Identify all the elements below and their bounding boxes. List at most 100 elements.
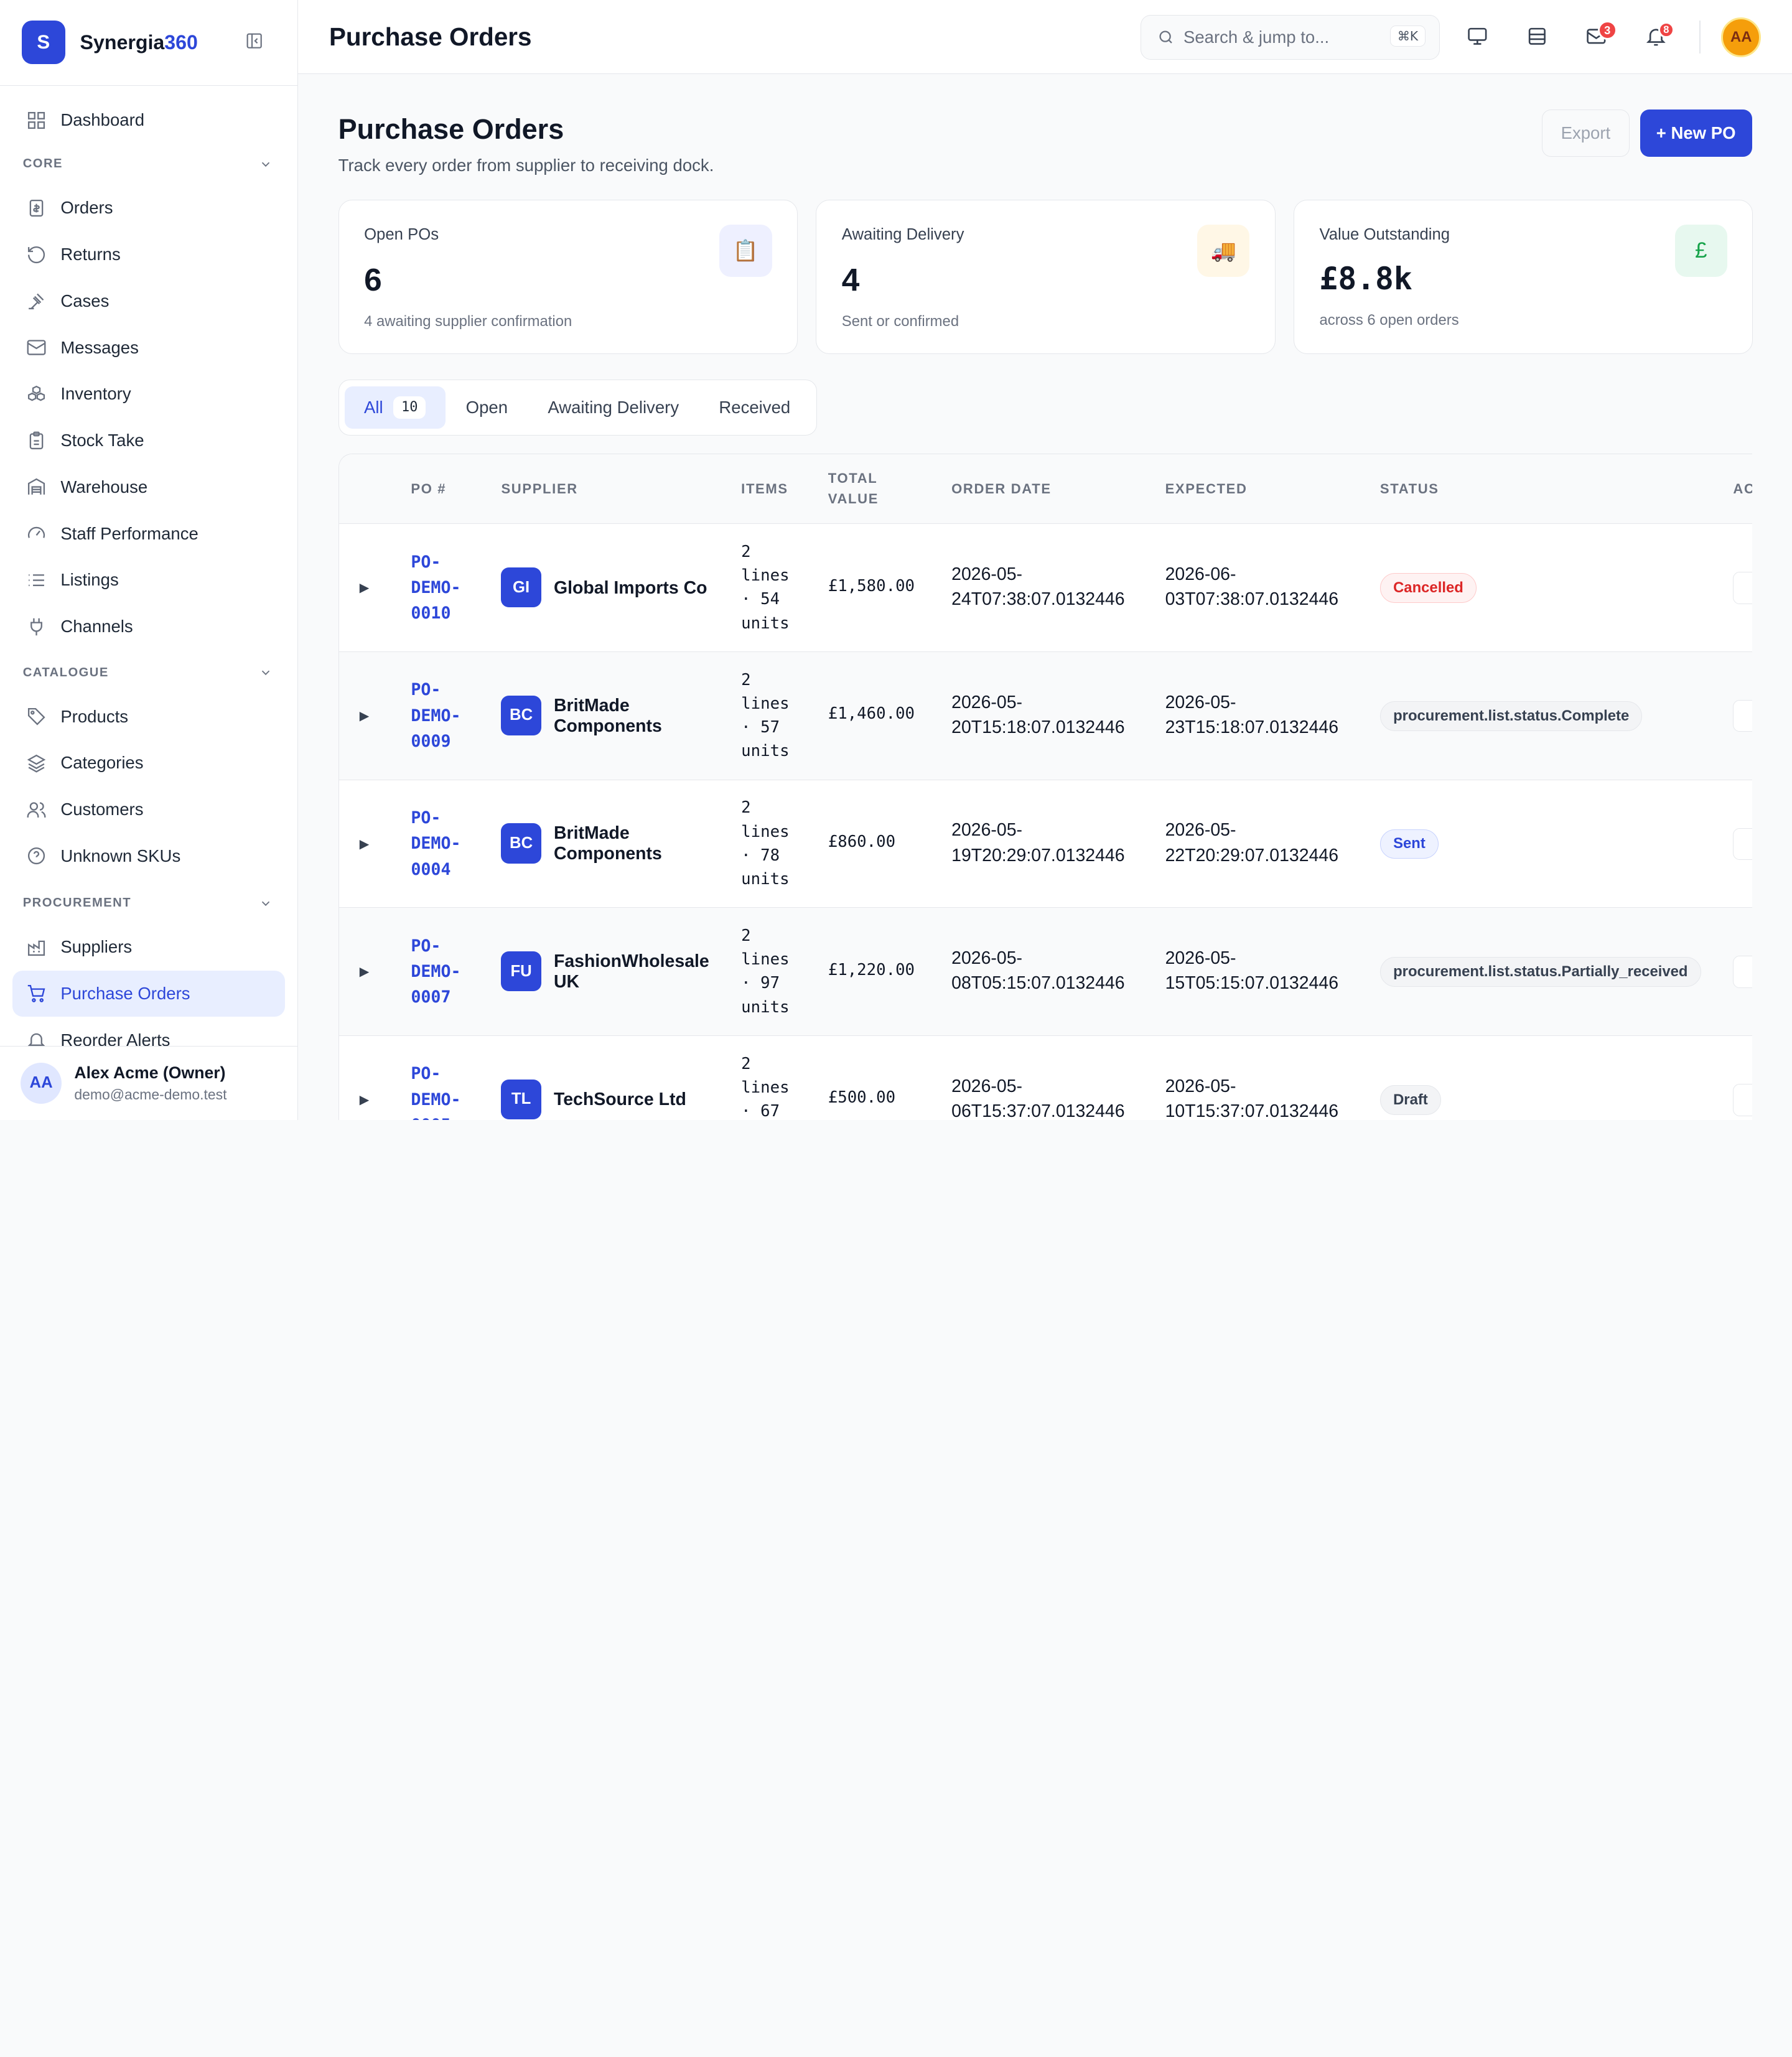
sidebar-item-messages[interactable]: Messages (12, 324, 285, 371)
section-procurement-header[interactable]: PROCUREMENT (0, 883, 297, 924)
col-supplier[interactable]: SUPPLIER (501, 478, 577, 499)
stat-label: Value Outstanding (1319, 225, 1450, 243)
sidebar: S Synergia360 Dashboard CORE Orders Retu… (0, 0, 299, 1120)
expand-caret-icon[interactable]: ▶ (360, 964, 370, 979)
sidebar-item-channels[interactable]: Channels (12, 604, 285, 650)
sidebar-item-products[interactable]: Products (12, 693, 285, 740)
main-content: Purchase Orders Search & jump to... ⌘K 3… (298, 0, 1792, 1120)
monitor-icon[interactable] (1466, 25, 1489, 48)
col-items[interactable]: ITEMS (741, 478, 788, 499)
table-row[interactable]: ▶ PO- DEMO- 0007 FU FashionWholesale UK … (338, 908, 1752, 1036)
sidebar-item-purchase-orders[interactable]: Purchase Orders (12, 970, 286, 1017)
search-input[interactable]: Search & jump to... ⌘K (1141, 14, 1440, 60)
inbox-badge: 3 (1597, 21, 1617, 40)
sidebar-item-warehouse[interactable]: Warehouse (12, 464, 285, 510)
sidebar-item-staff-performance[interactable]: Staff Performance (12, 510, 285, 557)
date-line: 15T05:15:07.0132446 (1165, 973, 1339, 994)
date-line: 2026-05- (1165, 820, 1236, 841)
sidebar-item-categories[interactable]: Categories (12, 740, 285, 786)
table-row[interactable]: ▶ PO- DEMO- 0004 BC BritMade Components … (338, 780, 1752, 908)
new-po-button[interactable]: + New PO (1640, 110, 1752, 157)
stat-value: 4 (841, 261, 860, 298)
inbox-icon[interactable]: 3 (1585, 21, 1617, 48)
row-action-button[interactable] (1733, 828, 1752, 861)
po-number-link[interactable]: PO- DEMO- 0007 (411, 933, 479, 1010)
po-number-link[interactable]: PO- DEMO- 0005 (411, 1061, 479, 1120)
col-total-value[interactable]: TOTAL VALUE (828, 468, 879, 509)
tag-icon (28, 708, 45, 725)
date-line: 2026-05- (951, 820, 1023, 841)
sidebar-item-label: Purchase Orders (60, 983, 190, 1003)
tab-label: All (364, 397, 383, 417)
col-po[interactable]: PO # (411, 478, 446, 499)
items-summary: 2 lines · 67 units (741, 1052, 798, 1120)
table-row[interactable]: ▶ PO- DEMO- 0010 GI Global Imports Co 2 … (338, 524, 1752, 652)
sidebar-item-returns[interactable]: Returns (12, 231, 285, 278)
truck-icon: 🚚 (1197, 224, 1250, 278)
items-line: 2 (741, 542, 751, 561)
purchase-orders-table: PO # SUPPLIER ITEMS TOTAL VALUE ORDER DA… (338, 454, 1752, 1120)
sidebar-item-orders[interactable]: Orders (12, 185, 285, 231)
table-row[interactable]: ▶ PO- DEMO- 0009 BC BritMade Components … (338, 651, 1752, 780)
user-profile[interactable]: AA Alex Acme (Owner) demo@acme-demo.test (0, 1045, 297, 1120)
date-line: 2026-05- (951, 948, 1023, 968)
tab-all[interactable]: All 10 (344, 386, 446, 429)
items-line: units (741, 742, 790, 761)
table-row[interactable]: ▶ PO- DEMO- 0005 TL TechSource Ltd 2 lin… (339, 1036, 1752, 1120)
po-number-link[interactable]: PO- DEMO- 0009 (411, 677, 479, 754)
supplier-logo: FU (501, 951, 541, 992)
supplier-logo: BC (501, 823, 541, 864)
expand-caret-icon[interactable]: ▶ (360, 708, 370, 724)
topbar-title: Purchase Orders (329, 22, 532, 51)
expand-caret-icon[interactable]: ▶ (360, 580, 370, 595)
section-core-header[interactable]: CORE (0, 144, 297, 185)
sidebar-item-cases[interactable]: Cases (12, 278, 285, 324)
expand-caret-icon[interactable]: ▶ (360, 836, 370, 852)
sidebar-item-dashboard[interactable]: Dashboard (12, 97, 285, 144)
row-action-button[interactable] (1733, 700, 1752, 732)
sidebar-item-label: Unknown SKUs (60, 846, 181, 865)
row-action-button[interactable] (1733, 1084, 1752, 1116)
stat-note: Sent or confirmed (841, 313, 959, 330)
supplier-name: BritMade Components (553, 823, 662, 864)
tab-awaiting-delivery[interactable]: Awaiting Delivery (528, 386, 698, 429)
collapse-sidebar-icon[interactable] (245, 32, 263, 50)
row-action-button[interactable] (1733, 956, 1752, 988)
tab-open[interactable]: Open (446, 386, 527, 429)
col-actions[interactable]: AC (1733, 478, 1752, 499)
sidebar-nav: Dashboard CORE Orders Returns Cases Mess… (0, 86, 297, 1063)
sidebar-item-suppliers[interactable]: Suppliers (12, 924, 285, 971)
section-catalogue-header[interactable]: CATALOGUE (0, 652, 297, 693)
po-number-link[interactable]: PO- DEMO- 0004 (411, 805, 479, 882)
sidebar-item-stock-take[interactable]: Stock Take (12, 417, 285, 464)
row-action-button[interactable] (1733, 572, 1752, 604)
stat-note: across 6 open orders (1319, 312, 1459, 329)
tab-received[interactable]: Received (699, 386, 810, 429)
notifications-icon[interactable]: 8 (1645, 21, 1674, 48)
expected-date: 2026-05- 15T05:15:07.0132446 (1165, 946, 1360, 996)
date-line: 2026-05- (1165, 1076, 1236, 1096)
col-status[interactable]: STATUS (1380, 478, 1439, 499)
sidebar-item-listings[interactable]: Listings (12, 557, 285, 604)
sidebar-item-unknown-skus[interactable]: Unknown SKUs (12, 833, 285, 880)
col-order-date[interactable]: ORDER DATE (951, 478, 1052, 499)
export-button[interactable]: Export (1541, 110, 1630, 157)
factory-icon (28, 940, 45, 956)
sidebar-item-customers[interactable]: Customers (12, 786, 285, 833)
col-expected[interactable]: EXPECTED (1165, 478, 1248, 499)
po-number-link[interactable]: PO- DEMO- 0010 (411, 549, 479, 627)
status-badge: Draft (1379, 1084, 1441, 1115)
stat-label: Awaiting Delivery (841, 225, 964, 243)
brand-logo[interactable]: S (21, 21, 65, 65)
sidebar-item-label: Warehouse (60, 477, 148, 497)
undo-icon (28, 246, 45, 263)
boxes-icon (28, 385, 45, 401)
expected-date: 2026-05- 10T15:37:07.0132446 (1165, 1074, 1360, 1120)
user-avatar-button[interactable]: AA (1721, 17, 1762, 57)
sidebar-item-inventory[interactable]: Inventory (12, 371, 285, 417)
layout-icon[interactable] (1526, 25, 1549, 48)
brand-name[interactable]: Synergia360 (80, 31, 198, 54)
expand-caret-icon[interactable]: ▶ (360, 1092, 370, 1108)
date-line: 08T05:15:07.0132446 (951, 973, 1125, 994)
date-line: 20T15:18:07.0132446 (951, 717, 1125, 737)
